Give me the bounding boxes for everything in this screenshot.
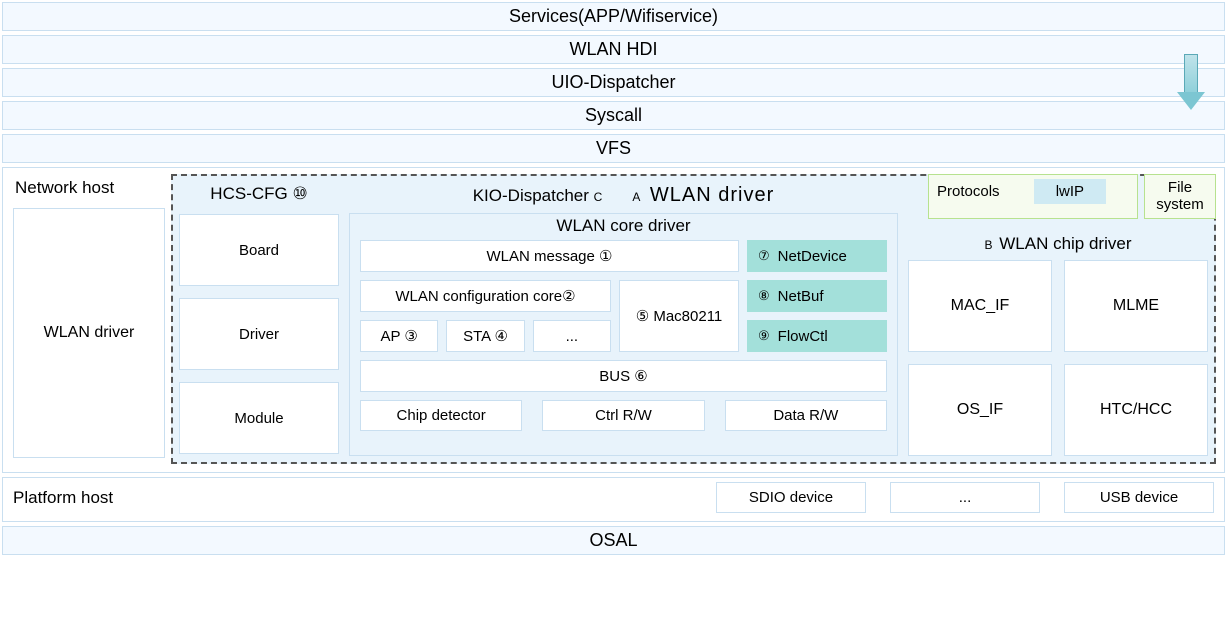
core-title: WLAN core driver — [360, 216, 887, 240]
wlan-driver-title: A WLAN driver — [632, 184, 774, 207]
bus-box: BUS ⑥ — [360, 360, 887, 392]
netdevice: ⑦NetDevice — [747, 240, 887, 272]
wlan-driver-box: WLAN driver — [13, 208, 165, 458]
uio-row: UIO-Dispatcher — [2, 68, 1225, 97]
protocols-box: Protocols lwIP — [928, 174, 1138, 219]
core-box: WLAN core driver WLAN message ① ⑦NetDevi… — [349, 213, 898, 456]
file-system-box: File system — [1144, 174, 1216, 219]
platform-host: Platform host SDIO device ... USB device — [2, 477, 1225, 522]
main-area: Protocols lwIP File system Network host … — [2, 167, 1225, 473]
vfs-row: VFS — [2, 134, 1225, 163]
hdi-row: WLAN HDI — [2, 35, 1225, 64]
protocols-label: Protocols — [937, 183, 1000, 200]
sta-box: STA ④ — [446, 320, 524, 352]
platform-title: Platform host — [13, 488, 113, 508]
osal-row: OSAL — [2, 526, 1225, 555]
ap-box: AP ③ — [360, 320, 438, 352]
hcs-title: HCS-CFG ⑩ — [179, 182, 339, 214]
os-if: OS_IF — [908, 364, 1052, 456]
chip-col: B WLAN chip driver MAC_IF MLME OS_IF HTC… — [908, 234, 1208, 456]
hcs-driver: Driver — [179, 298, 339, 370]
center-col: KIO-Dispatcher C A WLAN driver WLAN core… — [349, 182, 898, 456]
ctrl-rw: Ctrl R/W — [542, 400, 704, 431]
sdio-device: SDIO device — [716, 482, 866, 513]
plat-dots: ... — [890, 482, 1040, 513]
network-host-col: Network host WLAN driver — [11, 174, 171, 464]
down-arrow-icon — [1177, 54, 1205, 109]
syscall-row: Syscall — [2, 101, 1225, 130]
htc-hcc: HTC/HCC — [1064, 364, 1208, 456]
netbuf: ⑧NetBuf — [747, 280, 887, 312]
mac-if: MAC_IF — [908, 260, 1052, 352]
wlan-message: WLAN message ① — [360, 240, 739, 272]
mac80211: ⑤ Mac80211 — [619, 280, 739, 352]
mlme: MLME — [1064, 260, 1208, 352]
hcs-board: Board — [179, 214, 339, 286]
lwip-box: lwIP — [1034, 179, 1106, 204]
hcs-module: Module — [179, 382, 339, 454]
chip-title: B WLAN chip driver — [908, 234, 1208, 260]
flowctl: ⑨FlowCtl — [747, 320, 887, 352]
usb-device: USB device — [1064, 482, 1214, 513]
wlan-config-core: WLAN configuration core② — [360, 280, 611, 312]
chip-detector: Chip detector — [360, 400, 522, 431]
hcs-col: HCS-CFG ⑩ Board Driver Module — [179, 182, 339, 456]
network-host-title: Network host — [11, 174, 171, 208]
data-rw: Data R/W — [725, 400, 887, 431]
dots-box: ... — [533, 320, 611, 352]
kio-label: KIO-Dispatcher C — [473, 186, 605, 206]
protocols-wrap: Protocols lwIP File system — [928, 174, 1216, 219]
services-row: Services(APP/Wifiservice) — [2, 2, 1225, 31]
